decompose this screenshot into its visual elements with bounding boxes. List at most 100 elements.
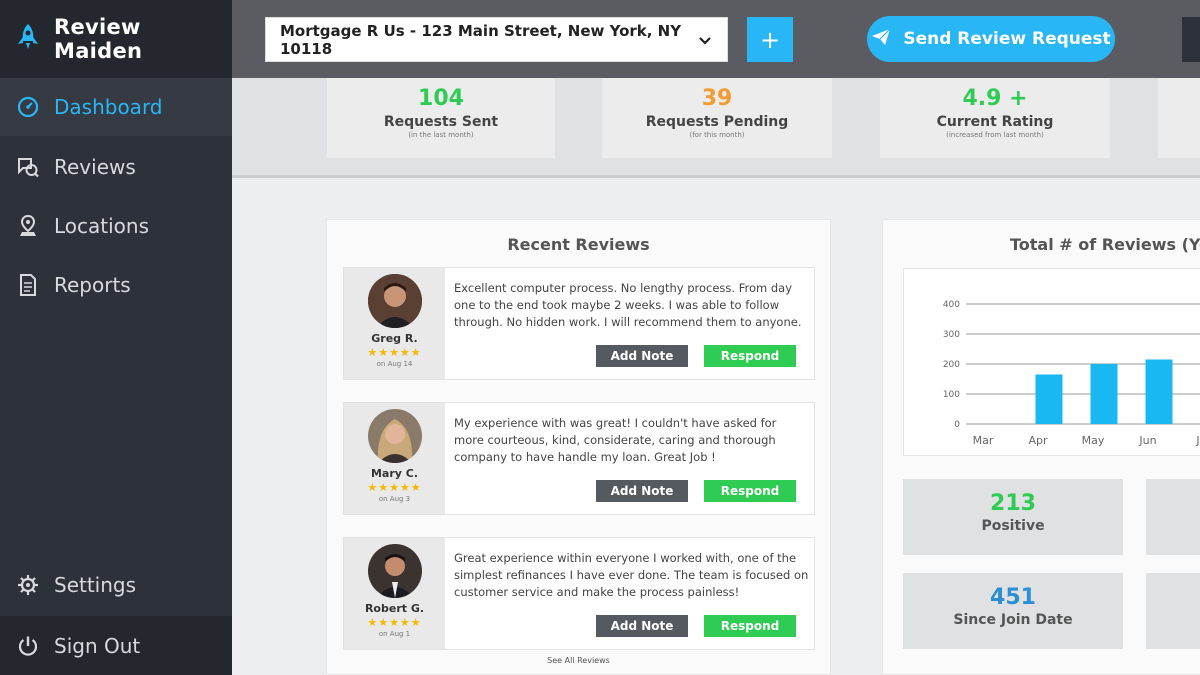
- x-tick-label: Mar: [973, 434, 994, 447]
- summary-card-partial: [1146, 573, 1200, 649]
- settings-label: Settings: [54, 573, 137, 597]
- stat-value: 4.9 +: [962, 86, 1028, 111]
- sidebar-item-settings[interactable]: Settings: [0, 556, 232, 614]
- add-note-button[interactable]: Add Note: [596, 480, 688, 502]
- stat-label: Requests Pending: [645, 114, 789, 130]
- x-tick-label: Jul: [1195, 434, 1200, 447]
- review-date: on Aug 14: [376, 360, 413, 368]
- review-date: on Aug 1: [378, 630, 411, 638]
- y-tick-label: 100: [943, 390, 960, 400]
- review-card: Mary C. ★★★★★ on Aug 3 My experience wit…: [343, 402, 815, 515]
- summary-positive: 213 Positive: [903, 479, 1123, 555]
- reviewer-info: Mary C. ★★★★★ on Aug 3: [344, 403, 445, 514]
- add-note-button[interactable]: Add Note: [596, 345, 688, 367]
- star-rating: ★★★★★: [367, 481, 422, 494]
- respond-button[interactable]: Respond: [704, 615, 796, 637]
- avatar: [367, 409, 422, 463]
- stat-sublabel: (in the last month): [408, 131, 474, 139]
- recent-reviews-title: Recent Reviews: [507, 235, 650, 254]
- respond-button[interactable]: Respond: [704, 345, 796, 367]
- review-card: Robert G. ★★★★★ on Aug 1 Great experienc…: [343, 537, 815, 650]
- location-pin-icon: [16, 214, 40, 238]
- sidebar-item-dashboard[interactable]: Dashboard: [0, 78, 232, 136]
- location-select[interactable]: Mortgage R Us - 123 Main Street, New Yor…: [265, 17, 728, 62]
- add-note-button[interactable]: Add Note: [596, 615, 688, 637]
- stat-requests-sent: 104 Requests Sent (in the last month): [327, 78, 555, 158]
- sidebar-item-signout[interactable]: Sign Out: [0, 616, 232, 675]
- star-rating: ★★★★★: [367, 616, 422, 629]
- sidebar: Review Maiden Dashboard Reviews Location…: [0, 0, 232, 675]
- star-rating: ★★★★★: [367, 346, 422, 359]
- bar-may: [1090, 364, 1118, 424]
- stat-value: 39: [701, 86, 733, 111]
- gear-icon: [16, 573, 40, 597]
- sidebar-item-locations[interactable]: Locations: [0, 197, 232, 255]
- document-icon: [16, 273, 40, 297]
- power-icon: [16, 634, 40, 658]
- summary-since-join: 451 Since Join Date: [903, 573, 1123, 649]
- send-review-request-label: Send Review Request: [903, 29, 1111, 49]
- stat-label: Requests Sent: [383, 114, 499, 130]
- summary-card-partial: [1146, 479, 1200, 555]
- x-tick-label: Apr: [1028, 434, 1048, 447]
- user-menu-button[interactable]: [1182, 17, 1200, 62]
- app-name: Review Maiden: [54, 15, 143, 63]
- top-bar: Mortgage R Us - 123 Main Street, New Yor…: [232, 0, 1200, 78]
- avatar: [367, 544, 422, 598]
- signout-label: Sign Out: [54, 633, 141, 658]
- reviews-bar-chart: 400 300 200 100 0 Mar Apr May Jun Jul: [943, 300, 1200, 447]
- location-select-value: Mortgage R Us - 123 Main Street, New Yor…: [280, 21, 682, 58]
- add-location-button[interactable]: +: [747, 17, 793, 62]
- stat-sublabel: (for this month): [689, 131, 745, 139]
- y-tick-label: 400: [943, 300, 960, 310]
- sidebar-item-label: Reviews: [54, 155, 136, 179]
- stat-label: Current Rating: [936, 114, 1054, 130]
- see-all-reviews-link[interactable]: See All Reviews: [327, 656, 830, 665]
- respond-button[interactable]: Respond: [704, 480, 796, 502]
- bar-apr: [1035, 374, 1063, 424]
- review-date: on Aug 3: [378, 495, 411, 503]
- review-text: Great experience within everyone I worke…: [454, 551, 809, 599]
- dashboard-gauge-icon: [16, 95, 40, 119]
- reviewer-name: Mary C.: [370, 467, 419, 480]
- reviewer-name: Greg R.: [371, 332, 418, 345]
- x-tick-label: May: [1082, 434, 1105, 447]
- stat-value: 104: [418, 86, 464, 111]
- summary-label: Positive: [981, 518, 1045, 534]
- chevron-down-icon: [699, 31, 711, 49]
- summary-value: 451: [990, 585, 1036, 610]
- chart-panel: Total # of Reviews (Year-T 400 300 200 100 0…: [882, 219, 1200, 675]
- review-card: Greg R. ★★★★★ on Aug 14 Excellent comput…: [343, 267, 815, 380]
- reviewer-name: Robert G.: [364, 602, 425, 615]
- summary-value: 213: [990, 491, 1036, 516]
- reviews-chat-icon: [16, 155, 40, 179]
- stat-card-partial: [1158, 78, 1200, 158]
- rocket-logo-icon: [16, 23, 40, 55]
- chart-card: 400 300 200 100 0 Mar Apr May Jun Jul: [903, 268, 1200, 456]
- paper-plane-icon: [871, 28, 891, 51]
- bar-jun: [1145, 359, 1173, 424]
- y-tick-label: 200: [943, 360, 960, 370]
- summary-label: Since Join Date: [953, 612, 1073, 628]
- reviewer-info: Robert G. ★★★★★ on Aug 1: [344, 538, 445, 649]
- sidebar-item-label: Locations: [54, 214, 150, 238]
- reviewer-info: Greg R. ★★★★★ on Aug 14: [344, 268, 445, 379]
- y-tick-label: 0: [954, 420, 960, 430]
- avatar: [367, 274, 422, 328]
- sidebar-item-reports[interactable]: Reports: [0, 256, 232, 314]
- recent-reviews-panel: Recent Reviews Greg R. ★★★★★ on Aug 14 E…: [326, 219, 831, 675]
- sidebar-item-reviews[interactable]: Reviews: [0, 138, 232, 196]
- review-text: Excellent computer process. No lengthy p…: [454, 281, 802, 329]
- send-review-request-button[interactable]: Send Review Request: [867, 16, 1115, 62]
- brand: Review Maiden: [0, 0, 232, 78]
- sidebar-item-label: Dashboard: [54, 95, 163, 119]
- x-tick-label: Jun: [1138, 434, 1156, 447]
- y-tick-label: 300: [943, 330, 960, 340]
- stat-sublabel: (increased from last month): [946, 131, 1044, 139]
- sidebar-item-label: Reports: [54, 273, 131, 297]
- stat-requests-pending: 39 Requests Pending (for this month): [602, 78, 832, 158]
- chart-title: Total # of Reviews (Year-T: [1010, 235, 1200, 254]
- stats-strip: 104 Requests Sent (in the last month) 39…: [232, 78, 1200, 178]
- review-text: My experience with was great! I couldn't…: [454, 416, 777, 464]
- stat-current-rating: 4.9 + Current Rating (increased from las…: [880, 78, 1110, 158]
